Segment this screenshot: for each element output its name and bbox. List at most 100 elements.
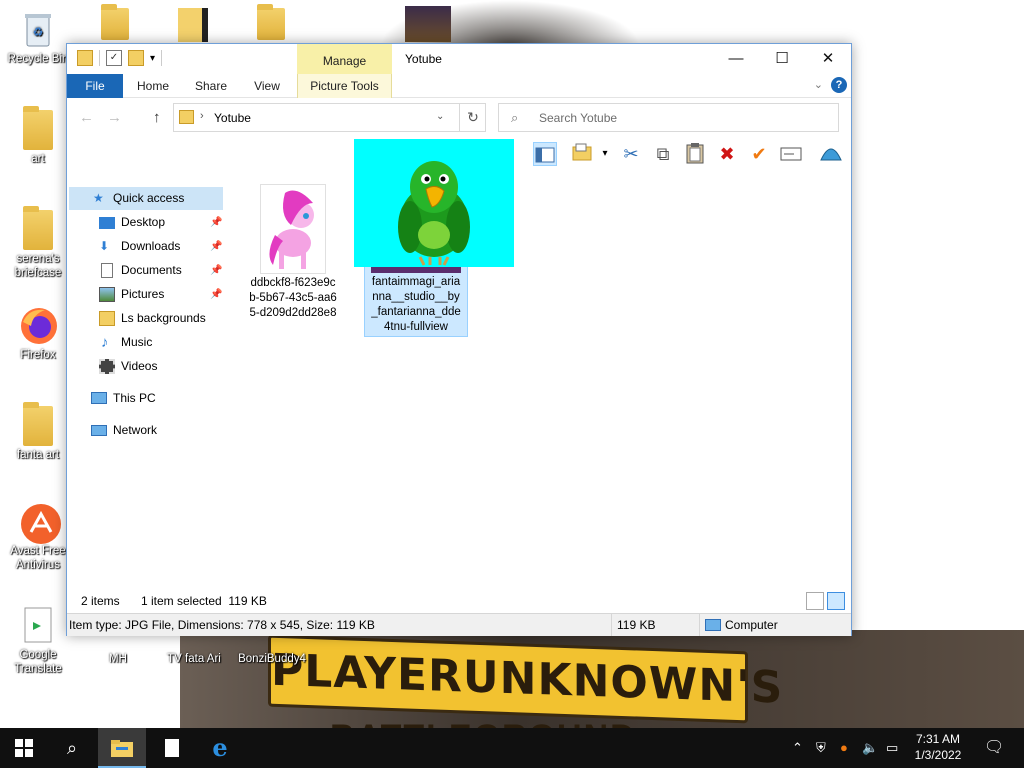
- search-icon: ⌕: [511, 110, 519, 125]
- desktop-game-icon[interactable]: [404, 6, 452, 44]
- rename-icon[interactable]: [779, 142, 803, 166]
- properties-icon[interactable]: ✓: [106, 50, 122, 66]
- desktop-icon-google-translate[interactable]: Google Translate: [0, 606, 76, 676]
- windows-logo-icon: [15, 739, 33, 757]
- nav-item-network[interactable]: Network: [67, 419, 224, 442]
- chevron-down-icon[interactable]: ▾: [593, 142, 617, 166]
- cut-icon[interactable]: ✂: [619, 142, 643, 166]
- desktop-icon-bonzibuddy[interactable]: BonziBuddy4: [234, 636, 310, 666]
- nav-item-videos[interactable]: Videos: [67, 355, 224, 378]
- new-folder-icon[interactable]: [128, 50, 144, 66]
- desktop-folder-top-3[interactable]: [256, 4, 286, 42]
- volume-muted-icon[interactable]: 🔈: [862, 728, 878, 768]
- minimize-button[interactable]: —: [713, 44, 759, 74]
- desktop-folder-top-2[interactable]: [176, 8, 210, 44]
- desktop-icon-fanta-art[interactable]: fanta art: [0, 402, 76, 462]
- file-name-line: nna__studio__by: [372, 291, 460, 303]
- desktop-icon-label: MH: [109, 653, 127, 665]
- pin-icon[interactable]: 📌: [210, 283, 222, 306]
- navigation-bar: ← → ↑ › Yotube ⌄ ↻ ⌕ Search Yotube: [67, 101, 851, 135]
- nav-item-downloads[interactable]: ⬇ Downloads 📌: [67, 235, 224, 258]
- desktop-icon-serenas-briefcase[interactable]: serena's briefcase: [0, 206, 76, 280]
- tab-home[interactable]: Home: [129, 74, 177, 98]
- pin-icon[interactable]: 📌: [210, 259, 222, 282]
- properties-folder-icon[interactable]: [571, 142, 595, 166]
- item-size: 119 KB: [617, 618, 656, 632]
- search-icon[interactable]: ⌕: [48, 728, 96, 768]
- close-button[interactable]: ✕: [805, 44, 851, 74]
- nav-item-ls-backgrounds[interactable]: Ls backgrounds: [67, 307, 224, 330]
- large-icons-view-icon[interactable]: [827, 592, 845, 610]
- divider: [611, 614, 612, 636]
- network-tray-icon[interactable]: ▭: [886, 728, 898, 768]
- nav-item-this-pc[interactable]: This PC: [67, 387, 224, 410]
- refresh-icon[interactable]: ↻: [459, 103, 486, 132]
- tray-chevron-up-icon[interactable]: ⌃: [792, 728, 803, 768]
- ribbon-expand-icon[interactable]: ⌄: [814, 78, 823, 91]
- breadcrumb-chevron-icon[interactable]: ›: [200, 110, 204, 122]
- notepad-taskbar-button[interactable]: [148, 728, 196, 768]
- window-controls: — ☐ ✕: [713, 44, 851, 74]
- tab-file[interactable]: File: [67, 74, 123, 98]
- clock[interactable]: 7:31 AM 1/3/2022: [906, 731, 970, 763]
- navigation-pane: ★ Quick access Desktop 📌 ⬇ Downloads 📌 D…: [67, 178, 227, 598]
- tray-shield-icon[interactable]: ⛨: [816, 728, 826, 768]
- delete-icon[interactable]: ✖: [715, 142, 739, 166]
- nav-item-desktop[interactable]: Desktop 📌: [67, 211, 224, 234]
- check-icon[interactable]: ✔: [747, 142, 771, 166]
- breadcrumb-yotube[interactable]: Yotube: [214, 111, 251, 125]
- desktop-icon-firefox[interactable]: Firefox: [0, 306, 76, 362]
- tab-view[interactable]: View: [243, 74, 291, 98]
- desktop-icon-art[interactable]: art: [0, 106, 76, 166]
- file-name-line: _fantarianna_dde: [371, 306, 461, 318]
- forward-icon[interactable]: →: [107, 109, 122, 126]
- file-explorer-taskbar-button[interactable]: [98, 728, 146, 768]
- customize-qat-icon[interactable]: ▾: [150, 53, 155, 64]
- start-button[interactable]: [0, 728, 48, 768]
- desktop-icon-mh[interactable]: MH: [80, 636, 156, 666]
- address-bar[interactable]: › Yotube ⌄: [173, 103, 486, 132]
- status-bar: 2 items 1 item selected 119 KB: [67, 589, 851, 613]
- shell-icon[interactable]: [819, 142, 843, 166]
- details-view-icon[interactable]: [806, 592, 824, 610]
- up-icon[interactable]: ↑: [153, 109, 161, 126]
- desktop-icon-label: Firefox: [20, 349, 56, 361]
- divider: [699, 614, 700, 636]
- desktop-icon-recycle-bin[interactable]: ♻ Recycle Bin: [0, 10, 76, 66]
- desktop-icon: [99, 217, 115, 229]
- title-bar[interactable]: ✓ ▾ Manage Yotube — ☐ ✕: [67, 44, 851, 76]
- internet-explorer-icon[interactable]: e: [196, 728, 244, 768]
- desktop-icon-avast[interactable]: Avast Free Antivirus: [0, 502, 76, 572]
- search-input[interactable]: ⌕ Search Yotube: [498, 103, 839, 132]
- view-switcher: [806, 592, 845, 610]
- paste-icon[interactable]: [683, 142, 707, 166]
- copy-icon[interactable]: ⧉: [651, 142, 675, 166]
- tab-picture-tools[interactable]: Picture Tools: [297, 74, 392, 98]
- desktop-icon-label: BonziBuddy4: [238, 653, 306, 665]
- nav-item-documents[interactable]: Documents 📌: [67, 259, 224, 282]
- desktop-folder-top-1[interactable]: [100, 4, 130, 42]
- notifications-icon[interactable]: 🗨: [984, 728, 1004, 768]
- file-item[interactable]: ddbckf8-f623e9c b-5b67-43c5-aa6 5-d209d2…: [241, 178, 345, 328]
- nav-item-pictures[interactable]: Pictures 📌: [67, 283, 224, 306]
- tab-manage[interactable]: Manage: [297, 44, 392, 76]
- chevron-down-icon[interactable]: ⌄: [436, 111, 444, 122]
- desktop-icon-tv-fata-ari[interactable]: TV fata Ari: [156, 636, 232, 666]
- folder-icon: [99, 311, 115, 326]
- pin-icon[interactable]: 📌: [210, 235, 222, 258]
- help-icon[interactable]: ?: [831, 77, 847, 93]
- back-icon[interactable]: ←: [79, 109, 94, 126]
- tray-avast-icon[interactable]: ●: [840, 728, 848, 768]
- nav-item-music[interactable]: ♪ Music: [67, 331, 224, 354]
- preview-pane-icon[interactable]: [533, 142, 557, 166]
- divider: [99, 50, 100, 66]
- parrot-overlay-image: [354, 139, 514, 267]
- item-location: Computer: [725, 618, 778, 632]
- nav-item-quick-access[interactable]: ★ Quick access: [69, 187, 223, 210]
- pin-icon[interactable]: 📌: [210, 211, 222, 234]
- nav-item-label: Videos: [121, 359, 158, 373]
- folder-icon: [111, 740, 133, 757]
- wallpaper-subtitle: BATTLEGROUND: [330, 718, 637, 728]
- tab-share[interactable]: Share: [187, 74, 235, 98]
- maximize-button[interactable]: ☐: [759, 44, 805, 74]
